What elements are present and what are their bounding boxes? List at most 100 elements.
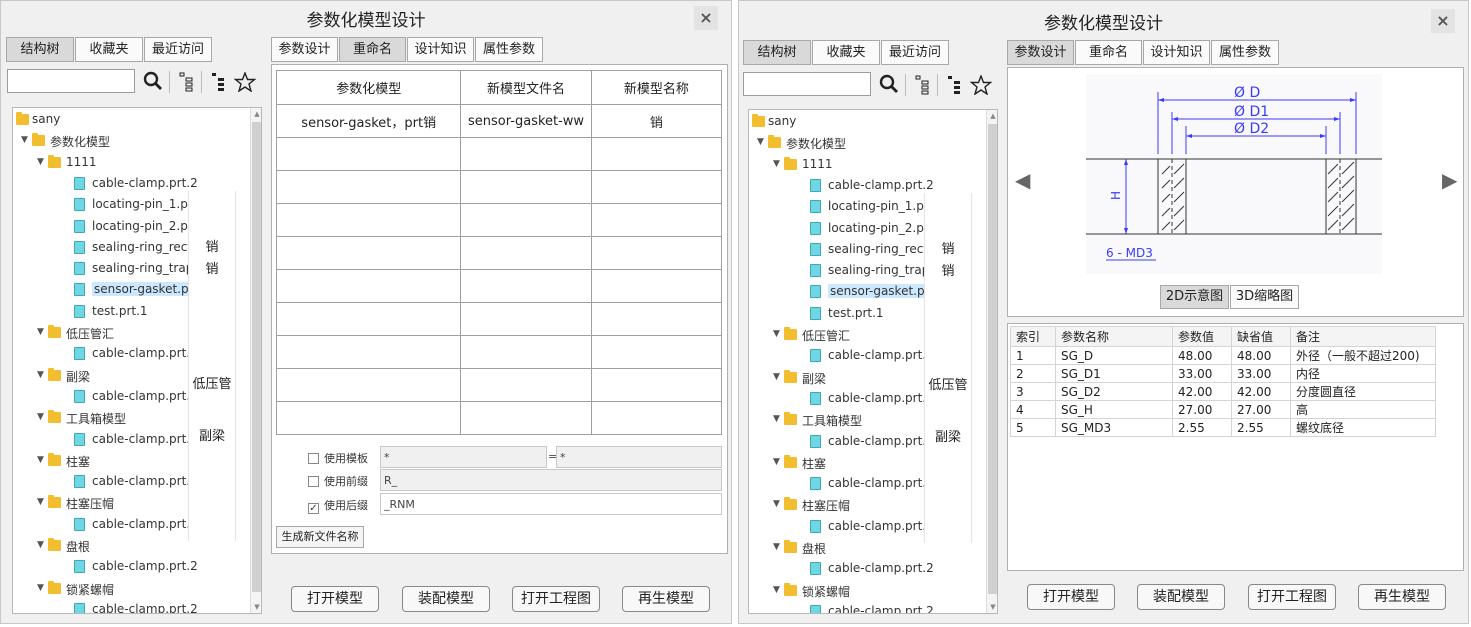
table-cell[interactable]	[460, 170, 592, 204]
tree-folder[interactable]: ▼ 1111	[749, 155, 989, 175]
table-cell[interactable]: 48.00	[1231, 346, 1291, 365]
table-cell[interactable]	[460, 137, 592, 171]
chevron-down-icon[interactable]: ▼	[773, 414, 780, 424]
search-icon[interactable]	[143, 71, 163, 91]
scroll-thumb[interactable]	[988, 124, 997, 594]
chevron-down-icon[interactable]: ▼	[37, 327, 44, 337]
tab-recent[interactable]: 最近访问	[881, 40, 949, 65]
table-cell[interactable]: SG_MD3	[1055, 418, 1173, 437]
tree-folder[interactable]: ▼ 参数化模型	[13, 131, 253, 151]
table-cell[interactable]: 4	[1010, 400, 1056, 419]
chevron-down-icon[interactable]: ▼	[21, 135, 28, 145]
scroll-up-icon[interactable]: ▲	[987, 112, 997, 120]
tab-design-knowledge[interactable]: 设计知识	[407, 37, 474, 62]
tab-structure-tree[interactable]: 结构树	[6, 37, 74, 62]
arrow-right-icon[interactable]: ▶	[1442, 168, 1457, 192]
table-row[interactable]: 2 SG_D1 33.00 33.00 内径	[1010, 364, 1436, 383]
table-cell[interactable]	[460, 302, 592, 336]
table-cell[interactable]	[275, 269, 462, 303]
scroll-down-icon[interactable]: ▼	[251, 603, 261, 611]
search-input[interactable]	[7, 69, 135, 93]
table-cell[interactable]: 高	[1290, 400, 1436, 419]
tab-design-knowledge[interactable]: 设计知识	[1143, 40, 1210, 65]
table-row[interactable]	[275, 401, 723, 435]
table-cell[interactable]: 2	[1010, 364, 1056, 383]
table-cell[interactable]: 3	[1010, 382, 1056, 401]
table-cell[interactable]: 2.55	[1172, 418, 1232, 437]
tab-rename[interactable]: 重命名	[1075, 40, 1142, 65]
chevron-down-icon[interactable]: ▼	[37, 583, 44, 593]
table-cell[interactable]: sensor-gasket-ww	[460, 104, 592, 138]
template-field-2[interactable]: *	[556, 446, 722, 468]
table-row[interactable]: sensor-gasket，prt销 sensor-gasket-ww 销	[275, 104, 723, 138]
table-cell[interactable]	[275, 170, 462, 204]
table-cell[interactable]	[590, 302, 723, 336]
table-cell[interactable]	[275, 368, 462, 402]
tab-favorites[interactable]: 收藏夹	[75, 37, 143, 62]
table-cell[interactable]	[590, 368, 723, 402]
table-cell[interactable]	[460, 335, 592, 369]
tab-rename[interactable]: 重命名	[339, 37, 406, 62]
regenerate-model-button[interactable]: 再生模型	[1358, 584, 1446, 610]
table-row[interactable]: 5 SG_MD3 2.55 2.55 螺纹底径	[1010, 418, 1436, 437]
tree-folder[interactable]: ▼ 锁紧螺帽	[749, 581, 989, 601]
chevron-down-icon[interactable]: ▼	[37, 455, 44, 465]
table-cell[interactable]	[590, 401, 723, 435]
table-cell[interactable]: 分度圆直径	[1290, 382, 1436, 401]
chevron-down-icon[interactable]: ▼	[37, 497, 44, 507]
tab-structure-tree[interactable]: 结构树	[743, 40, 811, 65]
table-cell[interactable]	[460, 368, 592, 402]
use-template-checkbox[interactable]: 使用模板	[308, 450, 368, 466]
table-row[interactable]: 1 SG_D 48.00 48.00 外径（一般不超过200)	[1010, 346, 1436, 365]
tab-favorites[interactable]: 收藏夹	[812, 40, 880, 65]
table-cell[interactable]: 内径	[1290, 364, 1436, 383]
table-cell[interactable]: 33.00	[1231, 364, 1291, 383]
close-button[interactable]: ×	[1431, 9, 1455, 33]
table-cell[interactable]: sensor-gasket，prt销	[275, 104, 462, 138]
suffix-field[interactable]: _RNM	[380, 493, 722, 515]
scroll-up-icon[interactable]: ▲	[251, 110, 261, 118]
table-row[interactable]: 3 SG_D2 42.00 42.00 分度圆直径	[1010, 382, 1436, 401]
scroll-thumb[interactable]	[252, 122, 261, 592]
checkbox[interactable]	[308, 453, 319, 464]
chevron-down-icon[interactable]: ▼	[773, 329, 780, 339]
tree-folder[interactable]: ▼ 锁紧螺帽	[13, 579, 253, 599]
checkbox[interactable]	[308, 476, 319, 487]
table-cell[interactable]: 1	[1010, 346, 1056, 365]
search-icon[interactable]	[879, 74, 899, 94]
use-suffix-checkbox[interactable]: ✓ 使用后缀	[308, 497, 368, 514]
chevron-down-icon[interactable]: ▼	[773, 499, 780, 509]
table-cell[interactable]	[460, 203, 592, 237]
table-cell[interactable]: 外径（一般不超过200)	[1290, 346, 1436, 365]
collapse-tree-icon[interactable]	[176, 71, 196, 93]
open-drawing-button[interactable]: 打开工程图	[512, 586, 600, 612]
table-cell[interactable]	[590, 236, 723, 270]
table-cell[interactable]	[460, 269, 592, 303]
table-cell[interactable]: 27.00	[1172, 400, 1232, 419]
tree-scrollbar[interactable]: ▲ ▼	[250, 108, 261, 613]
tree-file[interactable]: cable-clamp.prt.2	[749, 559, 989, 579]
scroll-down-icon[interactable]: ▼	[987, 603, 997, 611]
chevron-down-icon[interactable]: ▼	[773, 585, 780, 595]
assemble-model-button[interactable]: 装配模型	[1137, 584, 1225, 610]
table-cell[interactable]: SG_D1	[1055, 364, 1173, 383]
table-cell[interactable]	[590, 335, 723, 369]
table-cell[interactable]: 销	[590, 104, 723, 138]
table-cell[interactable]	[275, 401, 462, 435]
chevron-down-icon[interactable]: ▼	[773, 457, 780, 467]
table-cell[interactable]	[590, 170, 723, 204]
table-cell[interactable]: 42.00	[1172, 382, 1232, 401]
table-cell[interactable]: 48.00	[1172, 346, 1232, 365]
chevron-down-icon[interactable]: ▼	[37, 412, 44, 422]
tree-folder[interactable]: ▼ 1111	[13, 153, 253, 173]
table-row[interactable]	[275, 302, 723, 336]
table-cell[interactable]	[460, 236, 592, 270]
chevron-down-icon[interactable]: ▼	[37, 157, 44, 167]
table-cell[interactable]	[275, 203, 462, 237]
table-cell[interactable]: 42.00	[1231, 382, 1291, 401]
open-drawing-button[interactable]: 打开工程图	[1248, 584, 1336, 610]
table-cell[interactable]: 螺纹底径	[1290, 418, 1436, 437]
tab-3d-thumbnail[interactable]: 3D缩略图	[1230, 285, 1299, 309]
arrow-left-icon[interactable]: ◀	[1015, 168, 1030, 192]
tab-param-design[interactable]: 参数设计	[271, 37, 338, 62]
